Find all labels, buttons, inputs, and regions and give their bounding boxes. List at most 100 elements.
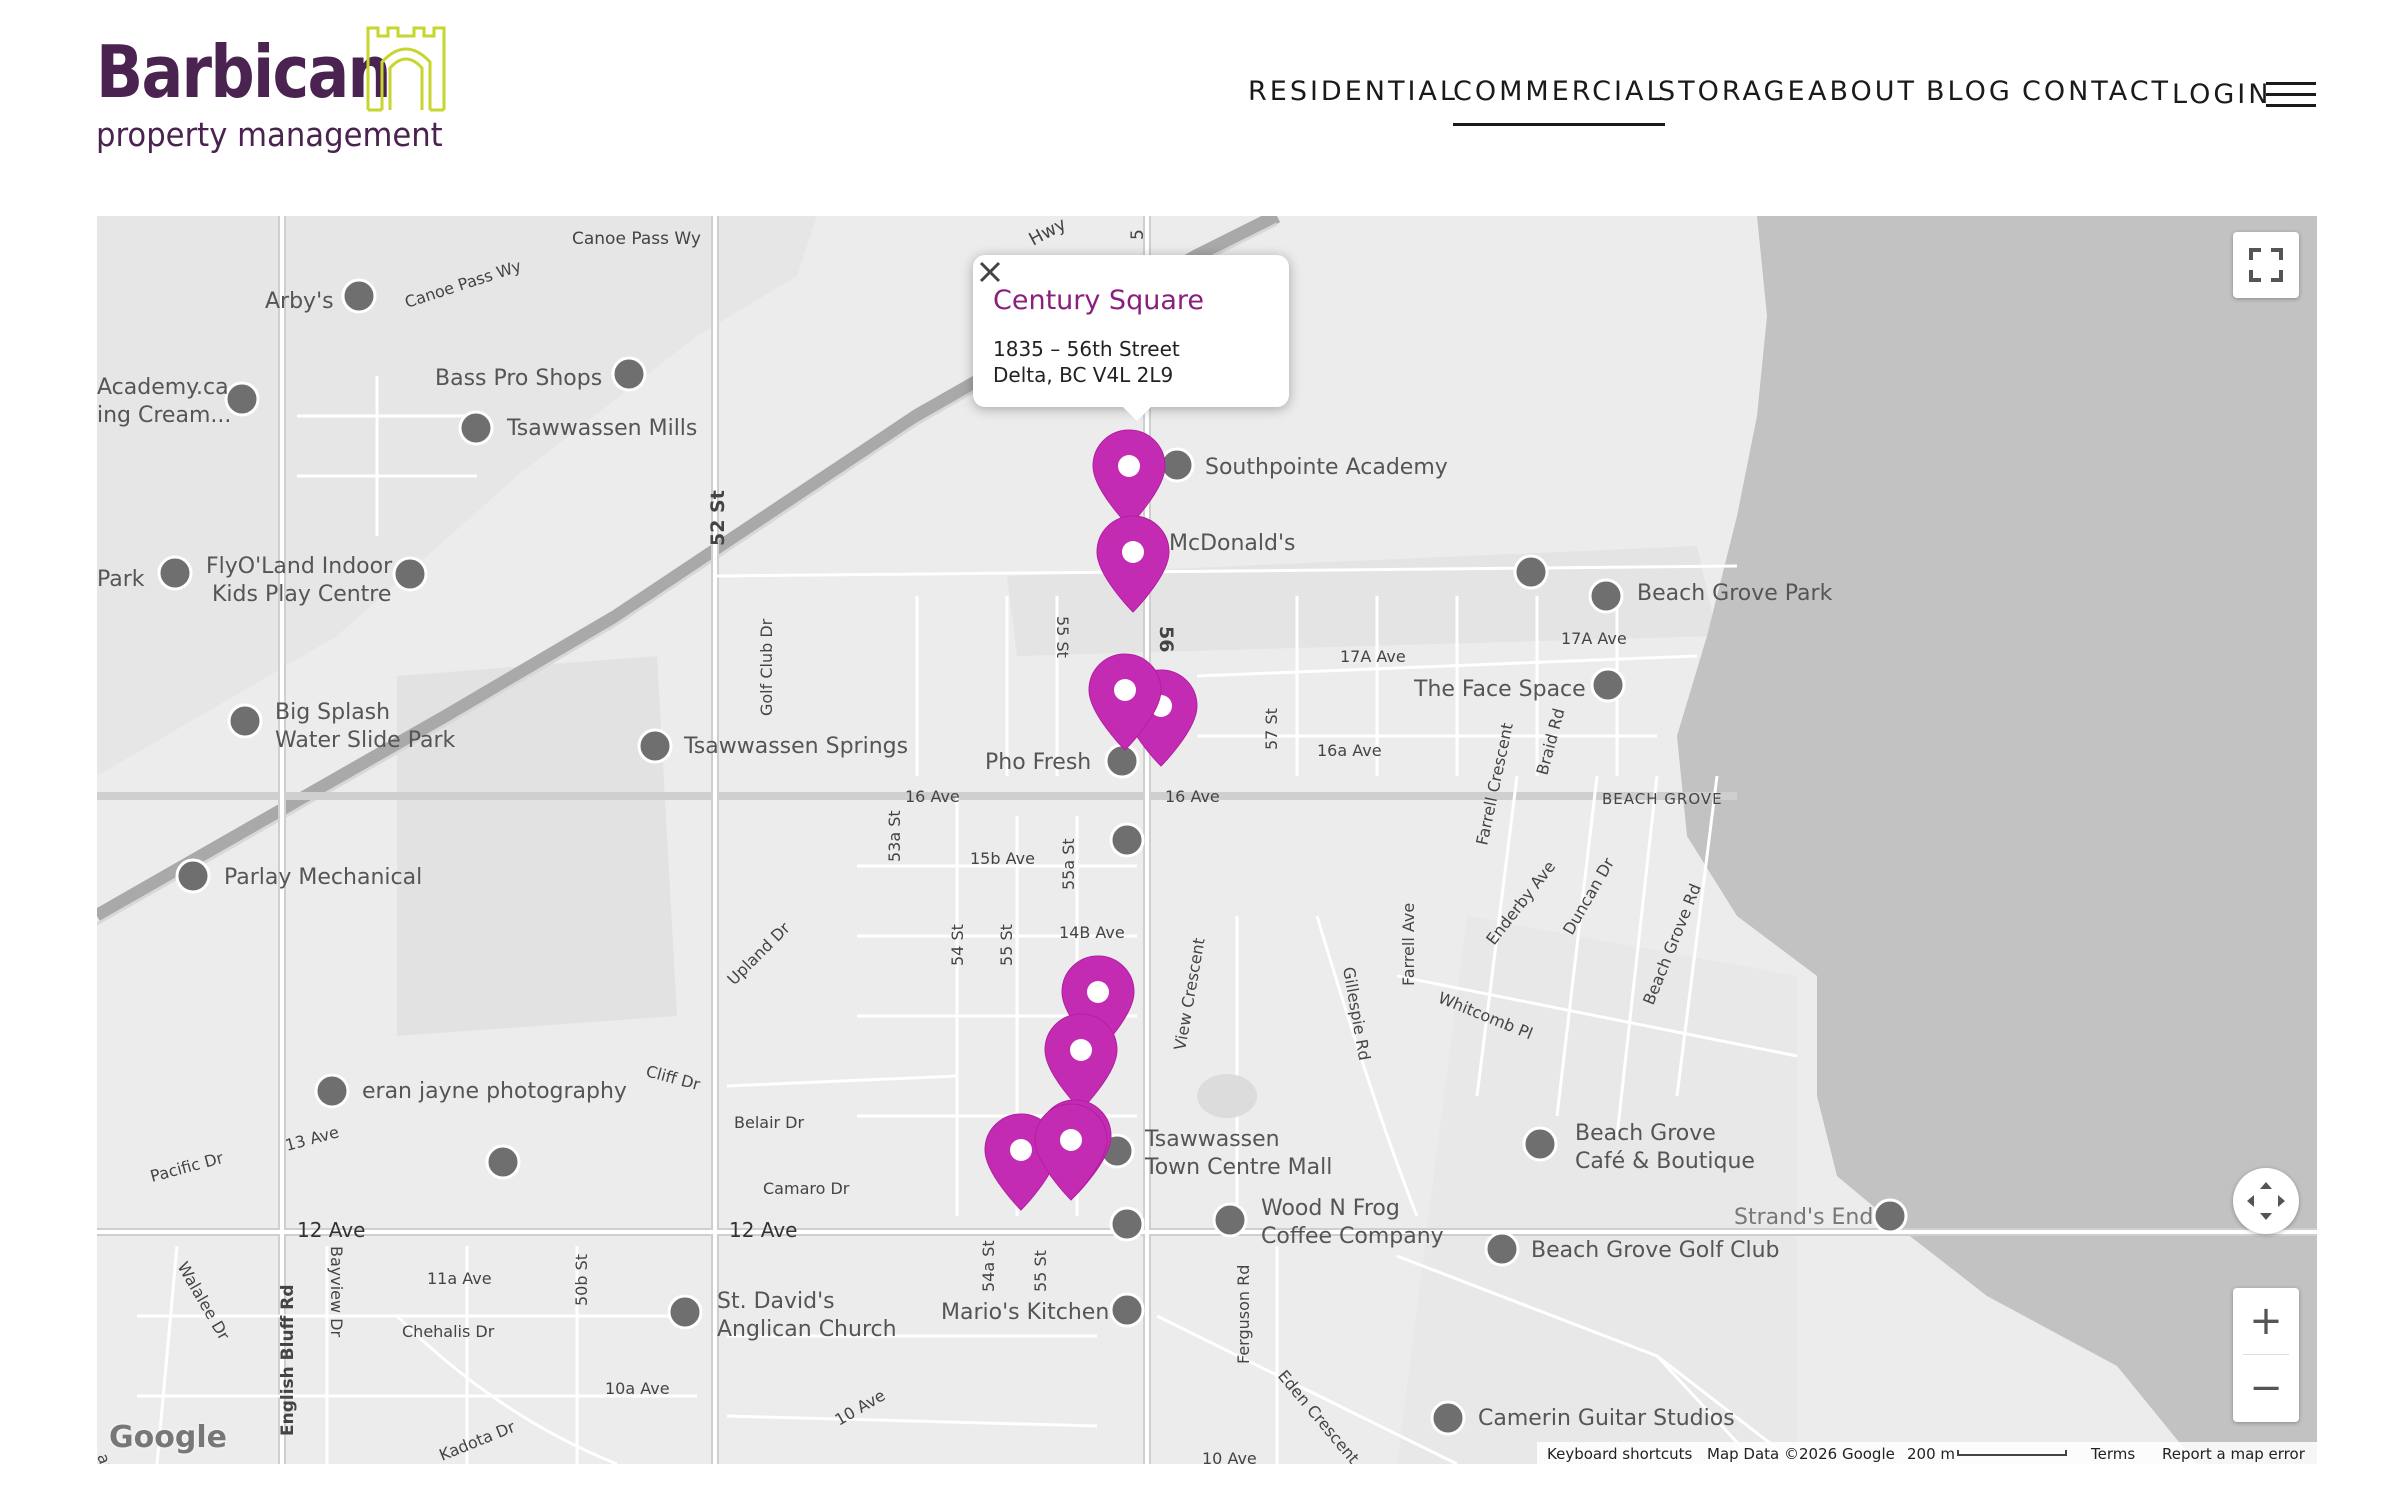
logo-tagline: property management [96, 115, 443, 154]
street-label: 54a St [979, 1240, 998, 1292]
google-logo: Google [109, 1420, 227, 1455]
street-label: 10a Ave [605, 1379, 670, 1398]
water-park-icon [227, 703, 263, 739]
street-label: 10 Ave [1202, 1449, 1257, 1464]
place-icon [392, 556, 428, 592]
nav-contact[interactable]: CONTACT [2022, 70, 2171, 114]
zoom-out-button[interactable]: − [2233, 1355, 2299, 1421]
golf-icon [1484, 1231, 1520, 1267]
school-icon [485, 1144, 521, 1180]
poi-label: McDonald's [1169, 531, 1296, 556]
park-icon [157, 555, 193, 591]
close-icon[interactable] [973, 255, 1007, 289]
nav-blog[interactable]: BLOG [1926, 70, 2013, 114]
nav-login[interactable]: LOGIN [2172, 73, 2271, 117]
school-icon [1513, 554, 1549, 590]
restaurant-icon [1109, 1292, 1145, 1328]
street-label: 52 St [707, 490, 729, 546]
poi-label: Academy.ca [97, 375, 229, 400]
street-label: 11a Ave [427, 1269, 492, 1288]
logo[interactable]: Barbican property management [96, 22, 456, 162]
restaurant-icon [1104, 743, 1140, 779]
poi-label: Tsawwassen Springs [683, 734, 908, 759]
poi-label: Coffee Company [1261, 1224, 1444, 1249]
golf-icon [637, 728, 673, 764]
poi-label: ing Cream... [97, 403, 231, 428]
art-icon [314, 1073, 350, 1109]
poi-label: FlyO'Land Indoor [206, 554, 393, 579]
shopping-icon [458, 410, 494, 446]
street-label: 5 [1128, 229, 1148, 240]
restaurant-icon [1109, 822, 1145, 858]
property-address-line1: 1835 – 56th Street [993, 337, 1180, 361]
zoom-in-button[interactable]: + [2233, 1288, 2299, 1354]
poi-label: Tsawwassen Mills [506, 416, 697, 441]
keyboard-shortcuts-link[interactable]: Keyboard shortcuts [1547, 1445, 1692, 1463]
street-label: 55 St [1053, 616, 1072, 658]
popup-pointer [1123, 407, 1151, 421]
castle-gate-icon [366, 26, 446, 112]
cafe-icon [1522, 1126, 1558, 1162]
street-label: Bayview Dr [327, 1246, 346, 1338]
school-icon [1159, 447, 1195, 483]
nav-residential[interactable]: RESIDENTIAL [1248, 70, 1458, 114]
park-icon [1588, 578, 1624, 614]
terms-link[interactable]: Terms [2091, 1445, 2135, 1463]
fullscreen-icon [2249, 248, 2283, 282]
poi-label: The Face Space [1413, 677, 1586, 702]
poi-label: Beach Grove Park [1637, 581, 1833, 606]
property-address-line2: Delta, BC V4L 2L9 [993, 363, 1174, 387]
poi-label: Arby's [265, 289, 334, 314]
poi-label: Wood N Frog [1261, 1196, 1400, 1221]
poi-label: Town Centre Mall [1144, 1155, 1332, 1180]
poi-label: Park [97, 567, 145, 592]
poi-label: eran jayne photography [362, 1079, 627, 1104]
school-icon [1430, 1400, 1466, 1436]
shopping-icon [611, 356, 647, 392]
nav-about[interactable]: ABOUT [1808, 70, 1917, 114]
area-label: BEACH GROVE [1602, 790, 1723, 808]
street-label: 14B Ave [1059, 923, 1125, 942]
street-label: 12 Ave [729, 1218, 797, 1242]
logo-wordmark: Barbican [96, 30, 392, 114]
poi-label: Mario's Kitchen [941, 1300, 1109, 1325]
map[interactable]: Canoe Pass Wy Arby's Canoe Pass Wy Bass … [97, 216, 2317, 1464]
restaurant-icon [1109, 1206, 1145, 1242]
poi-label: Café & Boutique [1575, 1149, 1755, 1174]
fullscreen-button[interactable] [2233, 232, 2299, 298]
street-label: Belair Dr [734, 1113, 805, 1132]
scale-label[interactable]: 200 m [1907, 1445, 1955, 1463]
street-label: 53a St [885, 810, 904, 862]
zoom-control: + − [2233, 1288, 2299, 1422]
street-label: 16a Ave [1317, 741, 1382, 760]
street-label: Camaro Dr [763, 1179, 850, 1198]
street-label: 16 Ave [905, 787, 960, 806]
cafe-icon [1212, 1202, 1248, 1238]
street-label: 55 St [1031, 1250, 1050, 1292]
report-map-error-link[interactable]: Report a map error [2162, 1445, 2305, 1463]
camera-control-button[interactable] [2233, 1168, 2299, 1234]
street-label: 55 St [997, 924, 1016, 966]
pan-arrows-icon [2247, 1182, 2285, 1220]
street-label: 50b St [572, 1254, 591, 1306]
poi-label: Strand's End [1734, 1205, 1873, 1230]
street-label: English Bluff Rd [278, 1284, 298, 1436]
property-title[interactable]: Century Square [993, 285, 1204, 316]
info-window: Century Square 1835 – 56th Street Delta,… [973, 255, 1289, 421]
street-label: Canoe Pass Wy [572, 229, 701, 249]
street-label: 15b Ave [970, 849, 1035, 868]
restaurant-icon [341, 278, 377, 314]
nav-storage[interactable]: STORAGE [1658, 70, 1808, 114]
poi-label: Camerin Guitar Studios [1478, 1406, 1735, 1431]
poi-label: Pho Fresh [985, 750, 1091, 775]
poi-label: Big Splash [275, 700, 390, 725]
street-label: 56 [1155, 626, 1177, 652]
map-data-text: Map Data ©2026 Google [1707, 1445, 1895, 1463]
nav-commercial[interactable]: COMMERCIAL [1453, 70, 1665, 126]
street-label: 17A Ave [1340, 647, 1406, 666]
poi-label: Bass Pro Shops [435, 366, 602, 391]
poi-label: St. David's [717, 1289, 835, 1314]
menu-icon[interactable] [2266, 82, 2316, 112]
poi-label: Tsawwassen [1144, 1127, 1280, 1152]
street-label: 12 Ave [297, 1218, 365, 1242]
